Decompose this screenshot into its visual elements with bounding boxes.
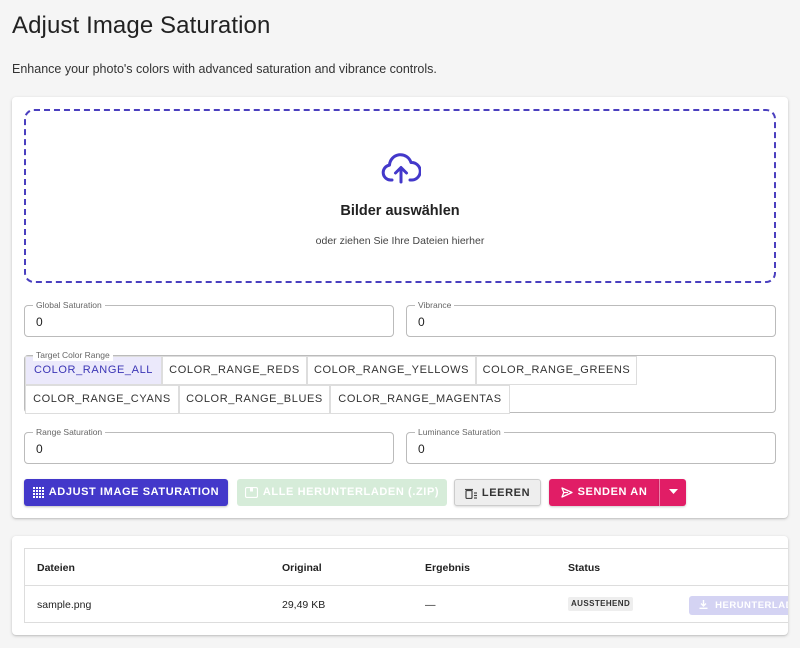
vibrance-input[interactable] <box>418 315 718 329</box>
clear-trash-icon <box>464 488 477 499</box>
color-range-greens-button[interactable]: COLOR_RANGE_GREENS <box>476 356 637 385</box>
dropzone-title: Bilder auswählen <box>340 203 460 219</box>
header-original: Original <box>282 562 322 574</box>
global-saturation-input[interactable] <box>36 315 336 329</box>
clear-button-label: LEEREN <box>481 487 531 499</box>
color-range-cyans-button[interactable]: COLOR_RANGE_CYANS <box>25 385 179 414</box>
original-size: 29,49 KB <box>282 599 326 611</box>
header-files: Dateien <box>37 562 75 574</box>
target-color-range-label: Target Color Range <box>33 349 113 361</box>
download-row-button[interactable]: HERUNTERLADEN <box>689 596 788 615</box>
color-range-magentas-button[interactable]: COLOR_RANGE_MAGENTAS <box>330 385 510 414</box>
clear-button[interactable]: LEEREN <box>454 479 541 506</box>
page-subtitle: Enhance your photo's colors with advance… <box>12 62 437 76</box>
color-range-yellows-button[interactable]: COLOR_RANGE_YELLOWS <box>307 356 476 385</box>
table-header: Dateien Original Ergebnis Status <box>25 549 788 586</box>
adjust-button-label: ADJUST IMAGE SATURATION <box>48 486 220 498</box>
vibrance-field: Vibrance <box>406 299 776 337</box>
luminance-saturation-label: Luminance Saturation <box>415 426 504 438</box>
luminance-saturation-field: Luminance Saturation <box>406 426 776 464</box>
send-to-label: SENDEN AN <box>577 486 648 498</box>
adjust-image-saturation-button[interactable]: ADJUST IMAGE SATURATION <box>24 479 228 506</box>
download-icon <box>699 600 715 611</box>
page-title: Adjust Image Saturation <box>12 12 271 39</box>
global-saturation-label: Global Saturation <box>33 299 105 311</box>
file-name: sample.png <box>37 599 92 611</box>
luminance-saturation-input[interactable] <box>418 442 718 456</box>
grid-dots-icon <box>32 486 44 498</box>
download-all-zip-button[interactable]: ALLE HERUNTERLADEN (.ZIP) <box>237 479 447 506</box>
download-row-label: HERUNTERLADEN <box>715 600 788 611</box>
target-color-range-group: Target Color Range COLOR_RANGE_ALL COLOR… <box>24 349 776 414</box>
zip-archive-icon <box>244 486 258 498</box>
table-row: sample.png 29,49 KB — AUSSTEHEND HERUNTE… <box>25 586 788 622</box>
range-saturation-field: Range Saturation <box>24 426 394 464</box>
editor-card: Bilder auswählen oder ziehen Sie Ihre Da… <box>12 97 788 518</box>
caret-down-icon <box>668 486 678 498</box>
send-icon <box>560 486 573 498</box>
color-range-blues-button[interactable]: COLOR_RANGE_BLUES <box>179 385 330 414</box>
results-card: Dateien Original Ergebnis Status sample.… <box>12 536 788 635</box>
dropzone-subtitle: oder ziehen Sie Ihre Dateien hierher <box>315 235 485 247</box>
status-badge: AUSSTEHEND <box>568 597 634 611</box>
range-saturation-label: Range Saturation <box>33 426 106 438</box>
file-dropzone[interactable]: Bilder auswählen oder ziehen Sie Ihre Da… <box>24 109 776 283</box>
cloud-upload-icon <box>381 153 421 184</box>
global-saturation-field: Global Saturation <box>24 299 394 337</box>
send-to-dropdown-button[interactable] <box>659 479 686 506</box>
vibrance-label: Vibrance <box>415 299 455 311</box>
color-range-reds-button[interactable]: COLOR_RANGE_REDS <box>162 356 307 385</box>
header-status: Status <box>568 562 601 574</box>
result-size: — <box>425 599 436 611</box>
range-saturation-input[interactable] <box>36 442 336 456</box>
download-all-label: ALLE HERUNTERLADEN (.ZIP) <box>262 486 440 498</box>
header-result: Ergebnis <box>425 562 470 574</box>
results-table: Dateien Original Ergebnis Status sample.… <box>24 548 788 623</box>
send-to-button[interactable]: SENDEN AN <box>549 479 659 506</box>
